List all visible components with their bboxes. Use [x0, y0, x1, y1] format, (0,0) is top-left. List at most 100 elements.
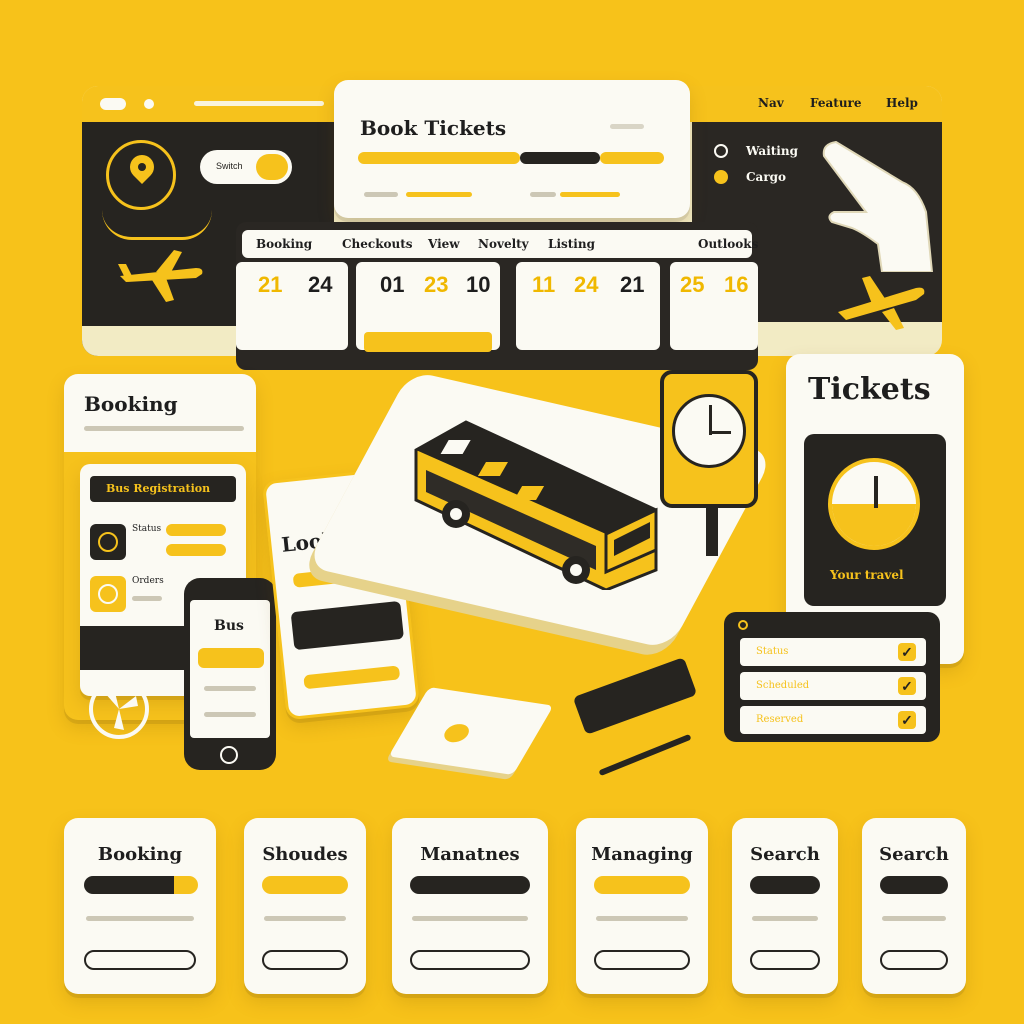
ticket-stamp	[440, 722, 473, 744]
tickets-title: Tickets	[808, 372, 931, 407]
tab-booking[interactable]: Booking	[256, 237, 312, 251]
looking-cta[interactable]	[290, 600, 405, 651]
placeholder-text	[132, 596, 162, 601]
feature-card-button[interactable]	[750, 950, 820, 970]
status-field[interactable]	[166, 544, 226, 556]
registration-title: Bus Registration	[106, 482, 211, 495]
feature-card-title: Search	[879, 844, 949, 865]
menu-item-help[interactable]: Help	[886, 96, 918, 110]
placeholder-text	[204, 686, 256, 691]
location-pin-icon	[106, 140, 176, 210]
feature-card-maintenance[interactable]: Manatnes	[392, 818, 548, 994]
checklist-row[interactable]: Scheduled ✓	[740, 672, 926, 700]
clock-sign	[660, 370, 758, 556]
toggle-knob	[256, 154, 288, 180]
orders-icon	[90, 576, 126, 612]
progress-bar-from	[358, 152, 520, 164]
feature-card-bar	[262, 876, 348, 894]
date-number: 24	[308, 272, 333, 297]
toggle-label: Switch	[216, 161, 243, 171]
feature-card-title: Shoudes	[262, 844, 348, 865]
bus-icon	[414, 420, 658, 590]
phone: Bus	[184, 578, 276, 770]
book-tickets-card: Book Tickets	[334, 80, 690, 218]
placeholder-text	[412, 916, 528, 921]
tab-checkouts[interactable]: Checkouts	[342, 237, 413, 251]
date-number: 21	[620, 272, 645, 297]
date-number: 16	[724, 272, 749, 297]
window-dot	[100, 98, 126, 110]
tab-outlooks[interactable]: Outlooks	[698, 237, 758, 251]
menu-item-nav[interactable]: Nav	[758, 96, 784, 110]
checklist-row[interactable]: Reserved ✓	[740, 706, 926, 734]
checkbox-checked[interactable]: ✓	[898, 677, 916, 695]
date-card[interactable]: 01 23 10	[356, 262, 500, 352]
dates-panel: Booking Checkouts View Novelty Listing O…	[236, 222, 758, 370]
placeholder-text	[84, 426, 244, 431]
feature-card-button[interactable]	[880, 950, 948, 970]
fan-icon	[89, 679, 149, 739]
date-number: 10	[466, 272, 491, 297]
checkbox-checked[interactable]: ✓	[898, 643, 916, 661]
date-card[interactable]: 21 24	[236, 262, 348, 350]
feature-card-bar	[594, 876, 690, 894]
window-dot	[144, 99, 154, 109]
feature-card-managing[interactable]: Managing	[576, 818, 708, 994]
tab-novelty[interactable]: Novelty	[478, 237, 529, 251]
status-field[interactable]	[166, 524, 226, 536]
pencil-icon	[598, 733, 692, 777]
checklist-row[interactable]: Status ✓	[740, 638, 926, 666]
book-tickets-title: Book Tickets	[360, 116, 507, 140]
item-orders: Orders	[132, 576, 164, 586]
feature-card-button[interactable]	[594, 950, 690, 970]
timer-panel: Your travel	[804, 434, 946, 606]
feature-card-bar	[750, 876, 820, 894]
tab-listing[interactable]: Listing	[548, 237, 595, 251]
placeholder-text	[610, 124, 644, 129]
sign-post	[706, 508, 718, 556]
date-card[interactable]: 11 24 21	[516, 262, 660, 350]
toggle-switch[interactable]: Switch	[200, 150, 292, 184]
status-dot-waiting	[714, 144, 728, 158]
date-number: 01	[380, 272, 405, 297]
registration-header: Bus Registration	[90, 476, 236, 502]
phone-search-button[interactable]	[198, 648, 264, 668]
feature-card-search[interactable]: Search	[862, 818, 966, 994]
checklist-label: Status	[756, 646, 789, 657]
feature-card-title: Manatnes	[420, 844, 520, 865]
placeholder-text	[364, 192, 398, 197]
feature-card-button[interactable]	[84, 950, 196, 970]
feature-card-schedules[interactable]: Shoudes	[244, 818, 366, 994]
checklist-label: Reserved	[756, 714, 804, 725]
airplane-icon	[838, 276, 925, 330]
tab-view[interactable]: View	[428, 237, 460, 251]
timer-icon	[828, 458, 920, 550]
route-line	[102, 210, 212, 240]
dates-tabbar: Booking Checkouts View Novelty Listing O…	[242, 230, 758, 258]
placeholder-text	[752, 916, 818, 921]
checklist-dot	[738, 620, 748, 630]
feature-card-button[interactable]	[410, 950, 530, 970]
looking-field[interactable]	[303, 665, 401, 690]
checkbox-checked[interactable]: ✓	[898, 711, 916, 729]
placeholder-text	[86, 916, 194, 921]
feature-card-bar	[84, 876, 174, 894]
date-card[interactable]: 25 16	[670, 262, 758, 350]
feature-card-booking[interactable]: Booking	[64, 818, 216, 994]
legend-waiting: Waiting	[746, 144, 798, 158]
menu-item-feature[interactable]: Feature	[810, 96, 862, 110]
phone-home-button[interactable]	[220, 746, 238, 764]
feature-card-bar	[880, 876, 948, 894]
feature-card-title: Search	[750, 844, 820, 865]
phone-screen: Bus	[190, 600, 270, 738]
date-number: 24	[574, 272, 599, 297]
direction-sign	[572, 657, 698, 735]
tickets-caption: Your travel	[830, 568, 904, 582]
feature-card-button[interactable]	[262, 950, 348, 970]
placeholder-text	[882, 916, 946, 921]
placeholder-text	[264, 916, 346, 921]
checklist-label: Scheduled	[756, 680, 810, 691]
checklist-panel: Status ✓ Scheduled ✓ Reserved ✓	[724, 612, 940, 742]
topbar-address	[194, 101, 324, 106]
feature-card-search[interactable]: Search	[732, 818, 838, 994]
